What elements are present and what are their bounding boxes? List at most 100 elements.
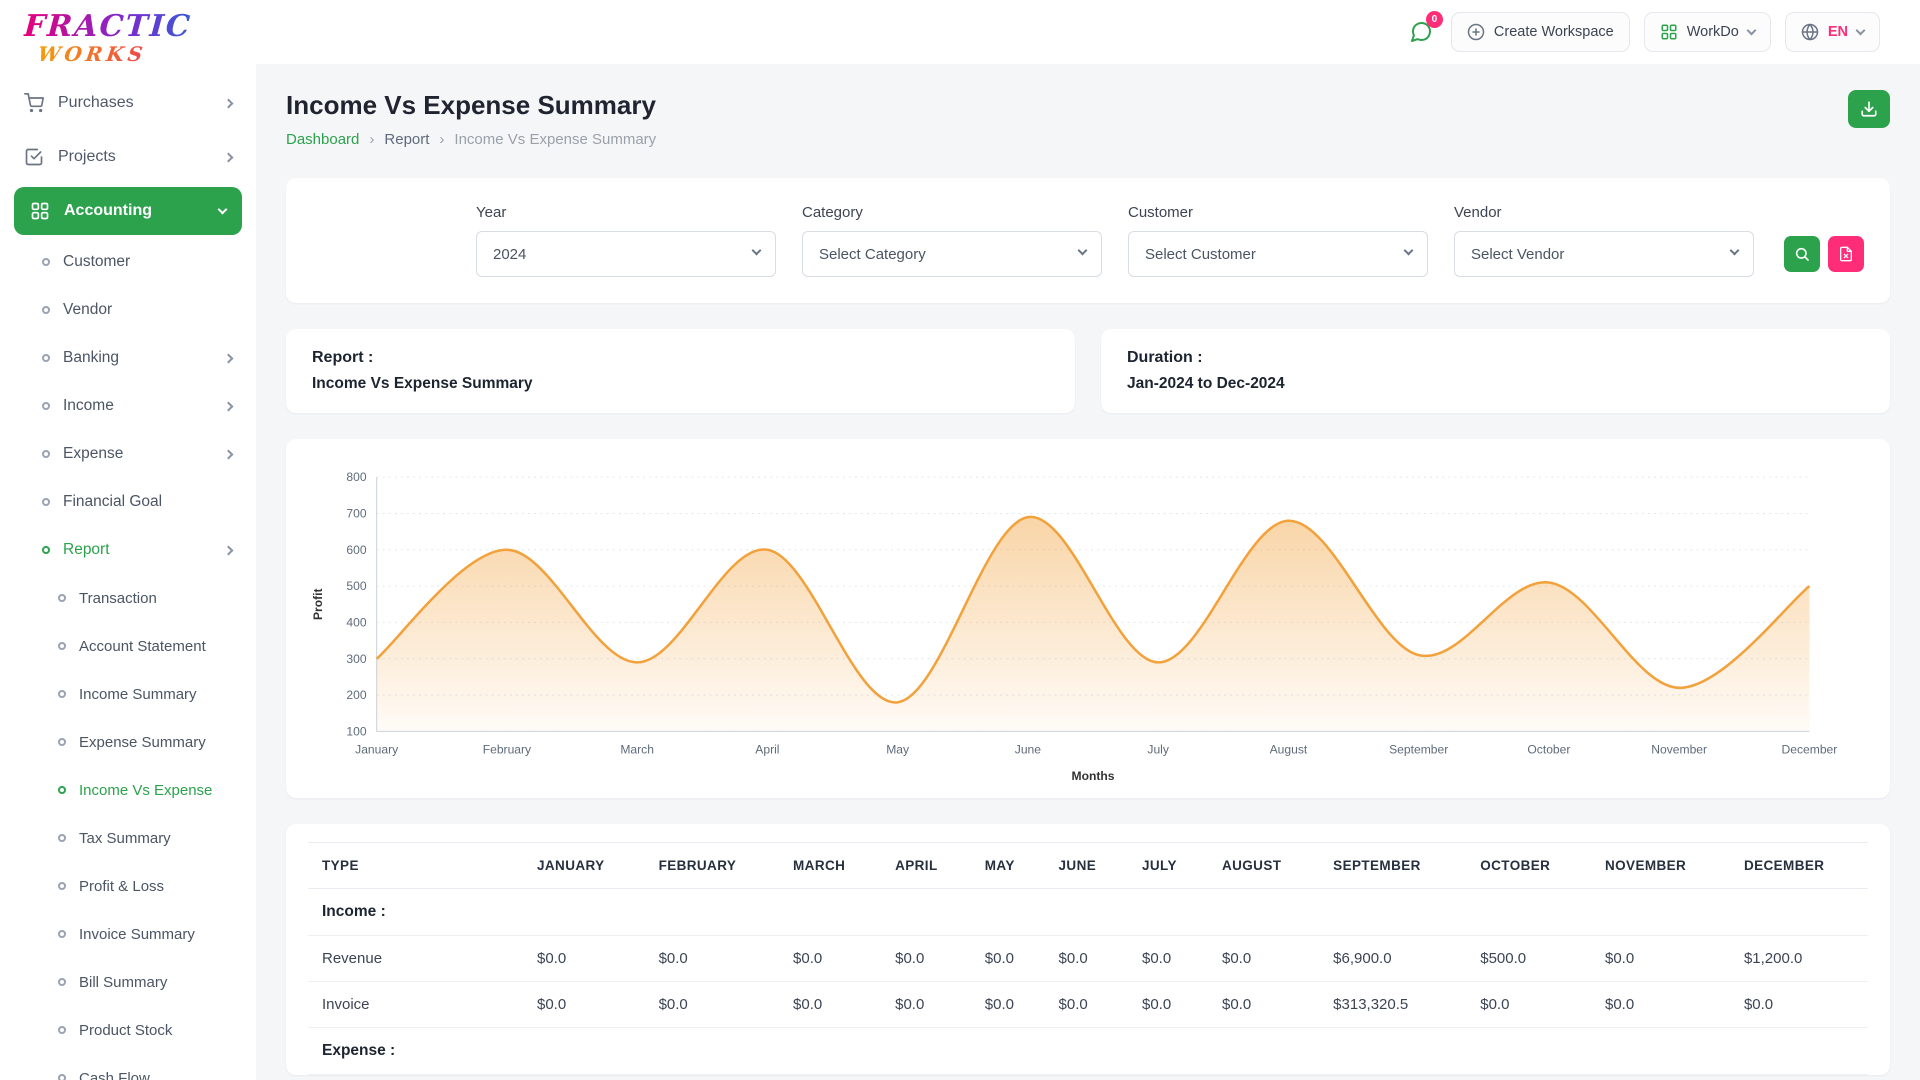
sidebar-item-label: Tax Summary (79, 830, 171, 847)
breadcrumb-report[interactable]: Report (384, 131, 429, 148)
sidebar-item-expense[interactable]: Expense (0, 430, 256, 478)
sidebar-item-cash-flow[interactable]: Cash Flow (0, 1054, 256, 1080)
search-icon (1794, 246, 1810, 262)
y-tick-label: 700 (346, 506, 366, 520)
notification-badge: 0 (1426, 11, 1443, 28)
create-workspace-button[interactable]: Create Workspace (1451, 12, 1630, 52)
sidebar-item-label: Expense (63, 445, 123, 463)
column-header-december: DECEMBER (1730, 842, 1868, 888)
column-header-february: FEBRUARY (645, 842, 779, 888)
value-cell: $0.0 (971, 981, 1045, 1027)
sidebar-item-label: Transaction (79, 590, 157, 607)
chevron-down-icon (1856, 26, 1866, 36)
category-label: Category (802, 204, 1102, 221)
value-cell: $0.0 (1208, 935, 1319, 981)
category-select[interactable]: Select Category (802, 231, 1102, 277)
column-header-september: SEPTEMBER (1319, 842, 1466, 888)
bullet-icon (42, 306, 50, 314)
sidebar-item-profit-loss[interactable]: Profit & Loss (0, 862, 256, 910)
section-title: Income : (308, 888, 1868, 935)
sidebar-item-label: Projects (58, 148, 116, 166)
brand-name: FRACTIC (23, 12, 233, 42)
sidebar-item-customer[interactable]: Customer (0, 238, 256, 286)
bullet-icon (58, 930, 66, 938)
value-cell: $0.0 (1466, 981, 1591, 1027)
year-label: Year (476, 204, 776, 221)
sidebar-item-bill-summary[interactable]: Bill Summary (0, 958, 256, 1006)
column-header-type: TYPE (308, 842, 523, 888)
x-tick-label: March (620, 743, 654, 757)
sidebar: FRACTIC WORKS Purchases Projects Account… (0, 0, 256, 1080)
sidebar-item-expense-summary[interactable]: Expense Summary (0, 718, 256, 766)
x-tick-label: May (886, 743, 910, 757)
sidebar-item-product-stock[interactable]: Product Stock (0, 1006, 256, 1054)
duration-value: Jan-2024 to Dec-2024 (1127, 375, 1864, 393)
x-tick-label: November (1651, 743, 1707, 757)
sidebar-item-invoice-summary[interactable]: Invoice Summary (0, 910, 256, 958)
breadcrumb-separator: › (369, 131, 374, 148)
filter-panel: Year 2024 Category Select Category Custo… (286, 178, 1890, 303)
sidebar-item-vendor[interactable]: Vendor (0, 286, 256, 334)
messages-button[interactable]: 0 (1405, 16, 1437, 48)
sidebar-item-banking[interactable]: Banking (0, 334, 256, 382)
chevron-down-icon (218, 205, 228, 215)
value-cell: $0.0 (1208, 981, 1319, 1027)
globe-icon (1801, 23, 1819, 41)
sidebar-item-report[interactable]: Report (0, 526, 256, 574)
chevron-down-icon (1404, 246, 1414, 256)
sidebar-item-label: Invoice Summary (79, 926, 195, 943)
sidebar-item-projects[interactable]: Projects (0, 130, 256, 184)
sidebar-item-income-vs-expense[interactable]: Income Vs Expense (0, 766, 256, 814)
brand-subname: WORKS (37, 44, 234, 64)
x-tick-label: April (755, 743, 779, 757)
download-icon (1860, 100, 1878, 118)
bullet-icon (58, 786, 66, 794)
vendor-select[interactable]: Select Vendor (1454, 231, 1754, 277)
main-content: Income Vs Expense Summary Dashboard › Re… (256, 64, 1920, 1080)
bullet-icon (58, 882, 66, 890)
brand-logo[interactable]: FRACTIC WORKS (0, 0, 256, 72)
chevron-right-icon (224, 353, 234, 363)
breadcrumb-dashboard[interactable]: Dashboard (286, 131, 359, 148)
sidebar-item-income[interactable]: Income (0, 382, 256, 430)
sidebar-item-accounting[interactable]: Accounting (14, 187, 242, 235)
sidebar-item-account-statement[interactable]: Account Statement (0, 622, 256, 670)
sidebar-menu: Purchases Projects Accounting Customer Ve… (0, 76, 256, 1080)
value-cell: $0.0 (645, 935, 779, 981)
duration-label: Duration : (1127, 349, 1864, 367)
accounting-icon (30, 201, 50, 221)
bullet-icon (58, 978, 66, 986)
x-tick-label: February (483, 743, 532, 757)
breadcrumb: Dashboard › Report › Income Vs Expense S… (286, 131, 656, 148)
search-button[interactable] (1784, 236, 1820, 272)
column-header-june: JUNE (1045, 842, 1128, 888)
table-section-row: Expense : (308, 1027, 1868, 1074)
summary-cards: Report : Income Vs Expense Summary Durat… (286, 329, 1890, 413)
workdo-menu-button[interactable]: WorkDo (1644, 12, 1771, 52)
sidebar-item-label: Vendor (63, 301, 112, 319)
language-selector[interactable]: EN (1785, 12, 1880, 52)
sidebar-item-tax-summary[interactable]: Tax Summary (0, 814, 256, 862)
customer-select[interactable]: Select Customer (1128, 231, 1428, 277)
filter-vendor: Vendor Select Vendor (1454, 204, 1754, 277)
report-value: Income Vs Expense Summary (312, 375, 1049, 393)
value-cell: $0.0 (779, 981, 881, 1027)
plus-circle-icon (1467, 23, 1485, 41)
sidebar-item-financial-goal[interactable]: Financial Goal (0, 478, 256, 526)
sidebar-item-label: Purchases (58, 94, 134, 112)
value-cell: $0.0 (1045, 935, 1128, 981)
year-select[interactable]: 2024 (476, 231, 776, 277)
reset-button[interactable] (1828, 236, 1864, 272)
topbar: 0 Create Workspace WorkDo EN (256, 0, 1920, 64)
sidebar-item-purchases[interactable]: Purchases (0, 76, 256, 130)
download-report-button[interactable] (1848, 90, 1890, 128)
accounting-submenu: Customer Vendor BankingIncome Expense Financ… (0, 238, 256, 1080)
bullet-icon (58, 1026, 66, 1034)
chevron-right-icon (224, 401, 234, 411)
duration-summary-card: Duration : Jan-2024 to Dec-2024 (1101, 329, 1890, 413)
x-tick-label: January (355, 743, 399, 757)
report-label: Report : (312, 349, 1049, 367)
sidebar-item-transaction[interactable]: Transaction (0, 574, 256, 622)
income-expense-table: TYPEJANUARYFEBRUARYMARCHAPRILMAYJUNEJULY… (308, 842, 1868, 1075)
sidebar-item-income-summary[interactable]: Income Summary (0, 670, 256, 718)
